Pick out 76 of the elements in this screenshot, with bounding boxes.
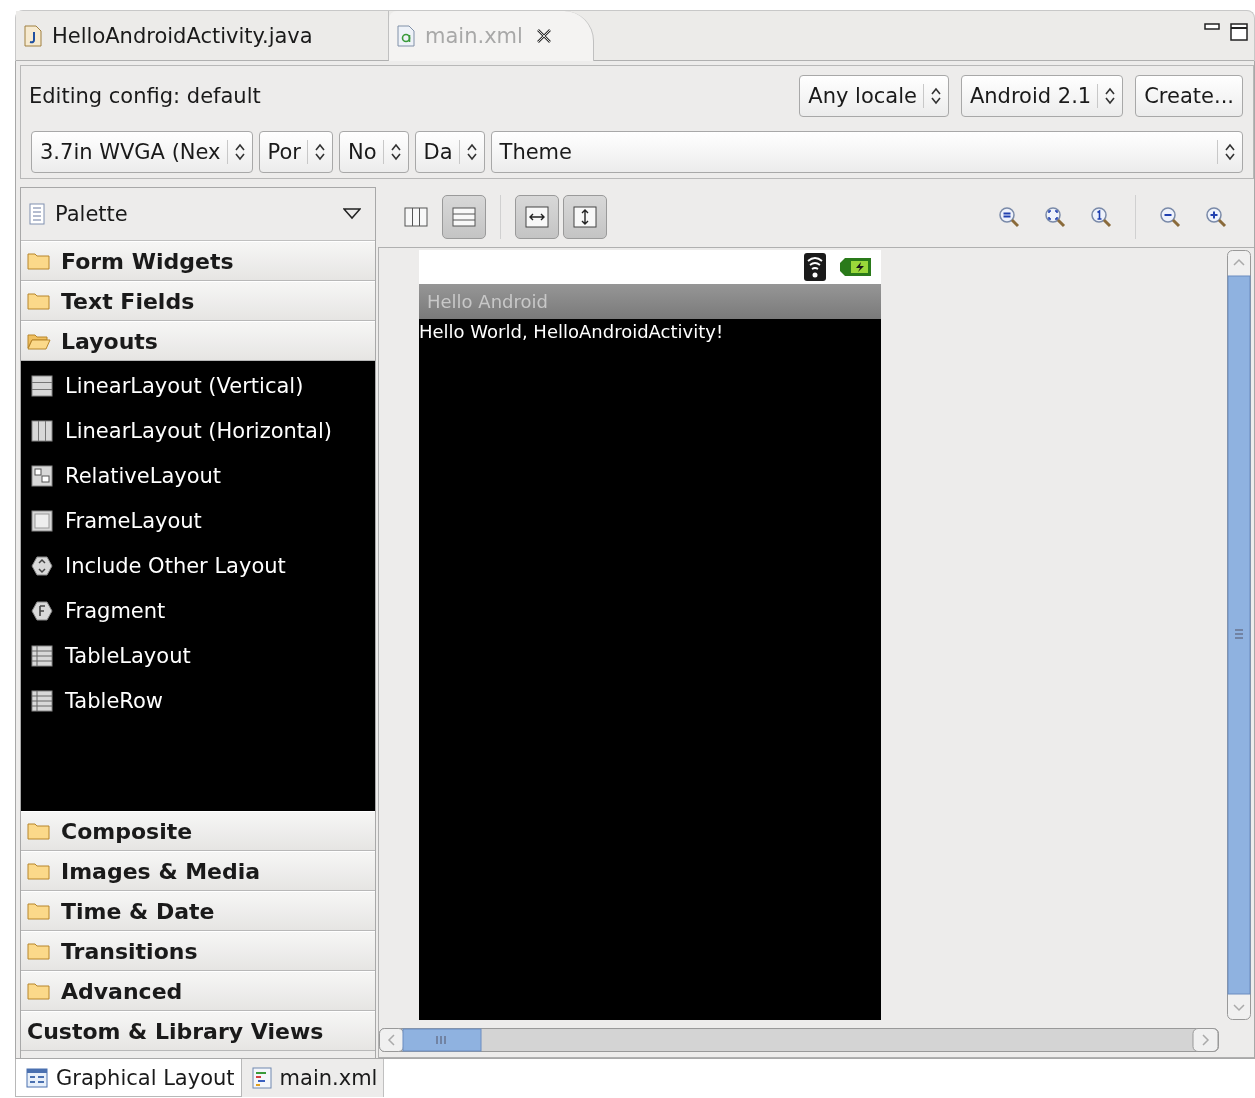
palette-category[interactable]: Advanced (21, 971, 375, 1011)
xml-source-icon (251, 1067, 272, 1089)
xml-file-icon (397, 25, 415, 47)
updown-icon (1104, 86, 1117, 106)
zoom-in-icon[interactable] (1204, 205, 1228, 229)
fragment-icon (31, 599, 53, 622)
palette-item[interactable]: LinearLayout (Vertical) (21, 363, 375, 408)
dropdown[interactable]: No (338, 131, 409, 173)
folder-icon (27, 942, 51, 960)
folder-icon (27, 252, 51, 270)
palette-item[interactable]: TableLayout (21, 633, 375, 678)
view-tab[interactable]: Graphical Layout (15, 1059, 242, 1097)
fit-button[interactable] (515, 195, 559, 239)
palette-item[interactable]: Fragment (21, 588, 375, 633)
fit-button[interactable] (563, 195, 607, 239)
updown-icon (233, 142, 246, 162)
create-button[interactable]: Create... (1135, 75, 1243, 117)
view-tab[interactable]: main.xml (241, 1059, 385, 1097)
palette-category[interactable]: Images & Media (21, 851, 375, 891)
layout-toggle[interactable] (442, 195, 486, 239)
palette-item[interactable]: Include Other Layout (21, 543, 375, 588)
editor-tab[interactable]: HelloAndroidActivity.java (16, 11, 389, 61)
dropdown[interactable]: Por (258, 131, 333, 173)
folder-icon (27, 292, 51, 310)
palette-item[interactable]: LinearLayout (Horizontal) (21, 408, 375, 453)
palette-category[interactable]: Text Fields (21, 281, 375, 321)
updown-icon (1224, 142, 1236, 162)
vertical-scrollbar[interactable] (1227, 250, 1251, 1020)
palette-category[interactable]: Form Widgets (21, 241, 375, 281)
java-file-icon (24, 24, 42, 47)
zoom-reset-icon[interactable] (1089, 205, 1113, 229)
minimize-icon[interactable] (1204, 23, 1220, 31)
relative-layout-icon (31, 464, 53, 487)
table-icon (31, 644, 53, 667)
updown-icon (313, 142, 326, 162)
zoom-out-icon[interactable] (1158, 205, 1182, 229)
folder-icon (27, 982, 51, 1000)
theme-dropdown[interactable]: Theme (490, 131, 1243, 173)
open-folder-icon (27, 332, 51, 350)
folder-icon (27, 862, 51, 880)
list-icon (29, 203, 45, 225)
hello-text: Hello World, HelloAndroidActivity! (419, 320, 725, 342)
palette-item[interactable]: FrameLayout (21, 498, 375, 543)
rows-layout-icon (31, 374, 53, 397)
config-label: Editing config: default (29, 84, 262, 108)
palette-category[interactable]: Layouts (21, 321, 375, 361)
close-icon[interactable] (534, 27, 553, 45)
include-icon (31, 554, 53, 577)
app-title: Hello Android (419, 284, 881, 319)
layout-view-icon (26, 1067, 48, 1088)
updown-icon (389, 142, 402, 162)
caret-icon[interactable] (343, 208, 361, 220)
updown-icon (465, 142, 478, 162)
rows-icon (451, 205, 477, 229)
zoom-real-icon[interactable] (1043, 205, 1067, 229)
battery-icon (839, 256, 873, 278)
zoom-fit-icon[interactable] (997, 205, 1021, 229)
horizontal-scrollbar[interactable] (379, 1028, 1219, 1052)
folder-icon (27, 902, 51, 920)
palette-category[interactable]: Time & Date (21, 891, 375, 931)
table-icon (31, 689, 53, 712)
palette-item[interactable]: RelativeLayout (21, 453, 375, 498)
dropdown[interactable]: Any locale (799, 75, 949, 117)
palette-category[interactable]: Composite (21, 811, 375, 851)
dropdown[interactable]: Android 2.1 (960, 75, 1124, 117)
palette-category[interactable]: Custom & Library Views (21, 1011, 375, 1051)
columns-icon (403, 205, 429, 229)
maximize-icon[interactable] (1230, 23, 1248, 41)
dropdown[interactable]: Da (414, 131, 485, 173)
dropdown[interactable]: 3.7in WVGA (Nex (31, 131, 253, 173)
updown-icon (929, 86, 942, 106)
folder-icon (27, 822, 51, 840)
palette-item[interactable]: TableRow (21, 678, 375, 723)
palette-category[interactable]: Transitions (21, 931, 375, 971)
columns-layout-icon (31, 419, 53, 442)
frame-layout-icon (31, 509, 53, 532)
